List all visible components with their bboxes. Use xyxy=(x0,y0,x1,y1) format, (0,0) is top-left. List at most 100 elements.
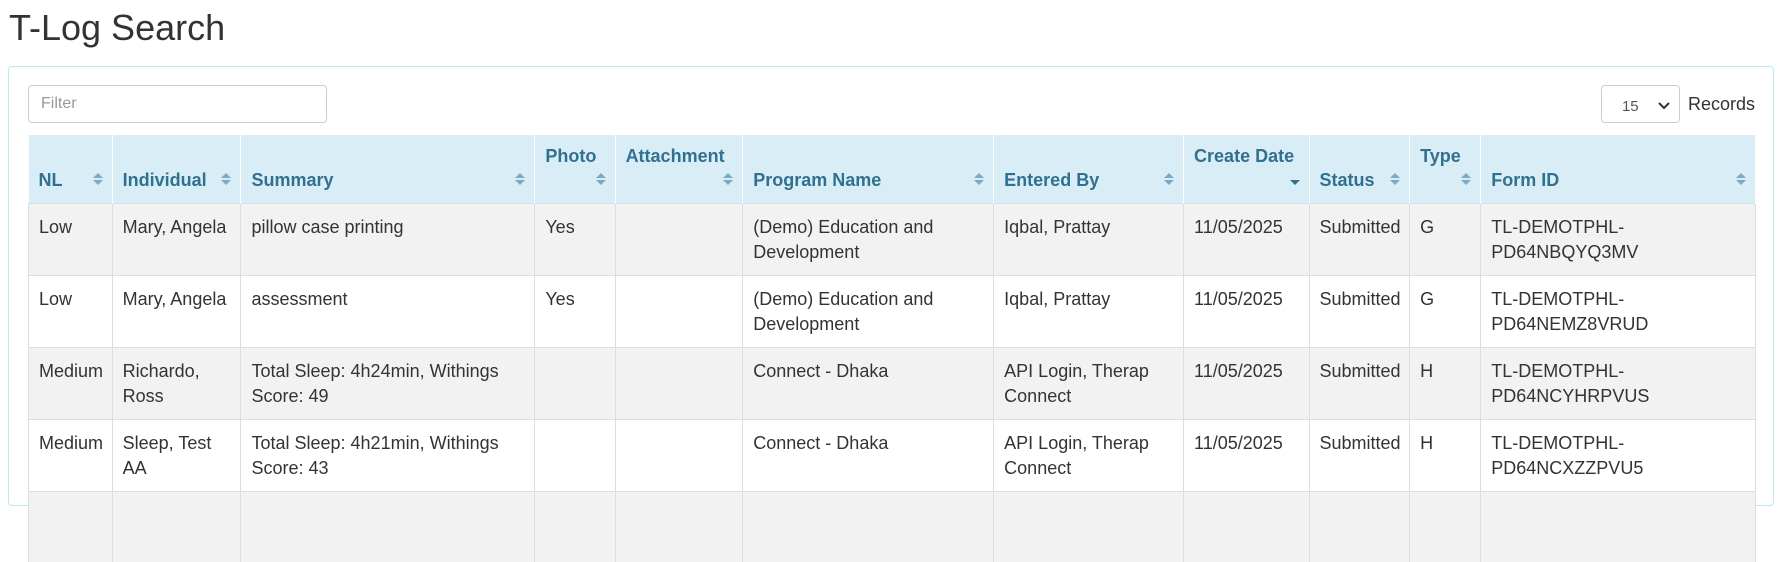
cell-program: Connect - Dhaka xyxy=(742,418,995,491)
column-header-label: Form ID xyxy=(1491,169,1560,190)
cell-photo xyxy=(534,490,616,562)
table-header-row: NL Individual Summary Photo Attachment Progra… xyxy=(28,135,1756,203)
table-row[interactable]: Low Mary, Angela assessment Yes (Demo) Educa… xyxy=(28,274,1756,347)
column-header-label: Type xyxy=(1420,146,1461,166)
tlog-table: NL Individual Summary Photo Attachment Progra… xyxy=(28,135,1756,562)
chevron-down-icon xyxy=(1658,102,1670,110)
column-header-create-date[interactable]: Create Date xyxy=(1183,135,1310,203)
cell-individual xyxy=(112,490,242,562)
cell-nl: Medium xyxy=(28,346,113,419)
column-header-label: Create Date xyxy=(1194,146,1295,166)
cell-entered-by: API Login, Therap Connect xyxy=(993,418,1185,491)
cell-status: Submitted xyxy=(1309,202,1411,275)
cell-summary: Total Sleep: 4h24min, Withings Score: 49 xyxy=(240,346,536,419)
cell-program: (Demo) Education and Development xyxy=(742,274,995,347)
search-panel: 15 Records NL Individual Summary Photo Attac… xyxy=(8,66,1774,562)
cell-attachment xyxy=(615,202,744,275)
column-header-label: Summary xyxy=(251,169,334,190)
cell-form-id xyxy=(1480,490,1756,562)
cell-individual: Mary, Angela xyxy=(112,202,242,275)
column-header-label: Photo xyxy=(545,146,597,166)
cell-entered-by: Iqbal, Prattay xyxy=(993,202,1185,275)
cell-type: G xyxy=(1409,202,1482,275)
cell-form-id: TL-DEMOTPHL-PD64NEMZ8VRUD xyxy=(1480,274,1756,347)
column-header-label: Program Name xyxy=(753,169,882,190)
cell-type: H xyxy=(1409,418,1482,491)
cell-create-date xyxy=(1183,490,1310,562)
cell-attachment xyxy=(615,418,744,491)
table-row[interactable]: Medium Sleep, Test AA Total Sleep: 4h21min… xyxy=(28,418,1756,491)
cell-form-id: TL-DEMOTPHL-PD64NCYHRPVUS xyxy=(1480,346,1756,419)
cell-status xyxy=(1309,490,1411,562)
cell-individual: Richardo, Ross xyxy=(112,346,242,419)
page-title: T-Log Search xyxy=(9,7,226,48)
cell-create-date: 11/05/2025 xyxy=(1183,346,1310,419)
cell-summary: Total Sleep: 4h21min, Withings Score: 43 xyxy=(240,418,536,491)
table-row[interactable]: Medium Richardo, Ross Total Sleep: 4h24min… xyxy=(28,346,1756,419)
cell-status: Submitted xyxy=(1309,274,1411,347)
cell-entered-by: API Login, Therap Connect xyxy=(993,346,1185,419)
sort-both-icon[interactable] xyxy=(1460,171,1472,187)
column-header-program[interactable]: Program Name xyxy=(742,135,995,203)
cell-status: Submitted xyxy=(1309,346,1411,419)
cell-attachment xyxy=(615,274,744,347)
sort-both-icon[interactable] xyxy=(595,171,607,187)
sort-both-icon[interactable] xyxy=(1389,171,1401,187)
cell-entered-by: Iqbal, Prattay xyxy=(993,274,1185,347)
column-header-attachment[interactable]: Attachment xyxy=(615,135,744,203)
filter-input[interactable] xyxy=(28,85,327,123)
cell-program: (Demo) Education and Development xyxy=(742,202,995,275)
column-header-summary[interactable]: Summary xyxy=(240,135,536,203)
sort-both-icon[interactable] xyxy=(514,171,526,187)
records-select-value: 15 xyxy=(1621,97,1639,115)
cell-type: H xyxy=(1409,346,1482,419)
table-row[interactable] xyxy=(28,490,1756,562)
column-header-label: Attachment xyxy=(625,146,725,166)
cell-photo xyxy=(534,418,616,491)
cell-summary xyxy=(240,490,536,562)
cell-form-id: TL-DEMOTPHL-PD64NBQYQ3MV xyxy=(1480,202,1756,275)
sort-both-icon[interactable] xyxy=(220,171,232,187)
cell-photo: Yes xyxy=(534,202,616,275)
cell-create-date: 11/05/2025 xyxy=(1183,418,1310,491)
column-header-individual[interactable]: Individual xyxy=(112,135,242,203)
column-header-label: NL xyxy=(38,169,63,190)
sort-both-icon[interactable] xyxy=(1163,171,1175,187)
cell-program: Connect - Dhaka xyxy=(742,346,995,419)
cell-type: G xyxy=(1409,274,1482,347)
column-header-entered-by[interactable]: Entered By xyxy=(993,135,1185,203)
column-header-label: Entered By xyxy=(1004,169,1100,190)
column-header-status[interactable]: Status xyxy=(1309,135,1411,203)
cell-summary: assessment xyxy=(240,274,536,347)
table-row[interactable]: Low Mary, Angela pillow case printing Yes (D… xyxy=(28,202,1756,275)
cell-attachment xyxy=(615,346,744,419)
cell-attachment xyxy=(615,490,744,562)
records-per-page: 15 Records xyxy=(1600,85,1755,123)
cell-nl: Medium xyxy=(28,418,113,491)
cell-status: Submitted xyxy=(1309,418,1411,491)
sort-both-icon[interactable] xyxy=(92,171,104,187)
cell-nl: Low xyxy=(28,274,113,347)
column-header-nl[interactable]: NL xyxy=(28,135,113,203)
sort-desc-icon[interactable] xyxy=(1289,171,1301,187)
cell-summary: pillow case printing xyxy=(240,202,536,275)
column-header-form-id[interactable]: Form ID xyxy=(1480,135,1756,203)
cell-program xyxy=(742,490,995,562)
column-header-label: Individual xyxy=(122,169,207,190)
sort-both-icon[interactable] xyxy=(722,171,734,187)
cell-type xyxy=(1409,490,1482,562)
cell-create-date: 11/05/2025 xyxy=(1183,274,1310,347)
cell-photo: Yes xyxy=(534,274,616,347)
column-header-photo[interactable]: Photo xyxy=(534,135,616,203)
cell-photo xyxy=(534,346,616,419)
cell-individual: Sleep, Test AA xyxy=(112,418,242,491)
records-select[interactable]: 15 xyxy=(1600,85,1680,123)
cell-nl xyxy=(28,490,113,562)
column-header-type[interactable]: Type xyxy=(1409,135,1482,203)
sort-both-icon[interactable] xyxy=(973,171,985,187)
cell-individual: Mary, Angela xyxy=(112,274,242,347)
column-header-label: Status xyxy=(1319,169,1375,190)
cell-create-date: 11/05/2025 xyxy=(1183,202,1310,275)
sort-both-icon[interactable] xyxy=(1735,171,1747,187)
table-body: Low Mary, Angela pillow case printing Yes (D… xyxy=(28,202,1756,562)
